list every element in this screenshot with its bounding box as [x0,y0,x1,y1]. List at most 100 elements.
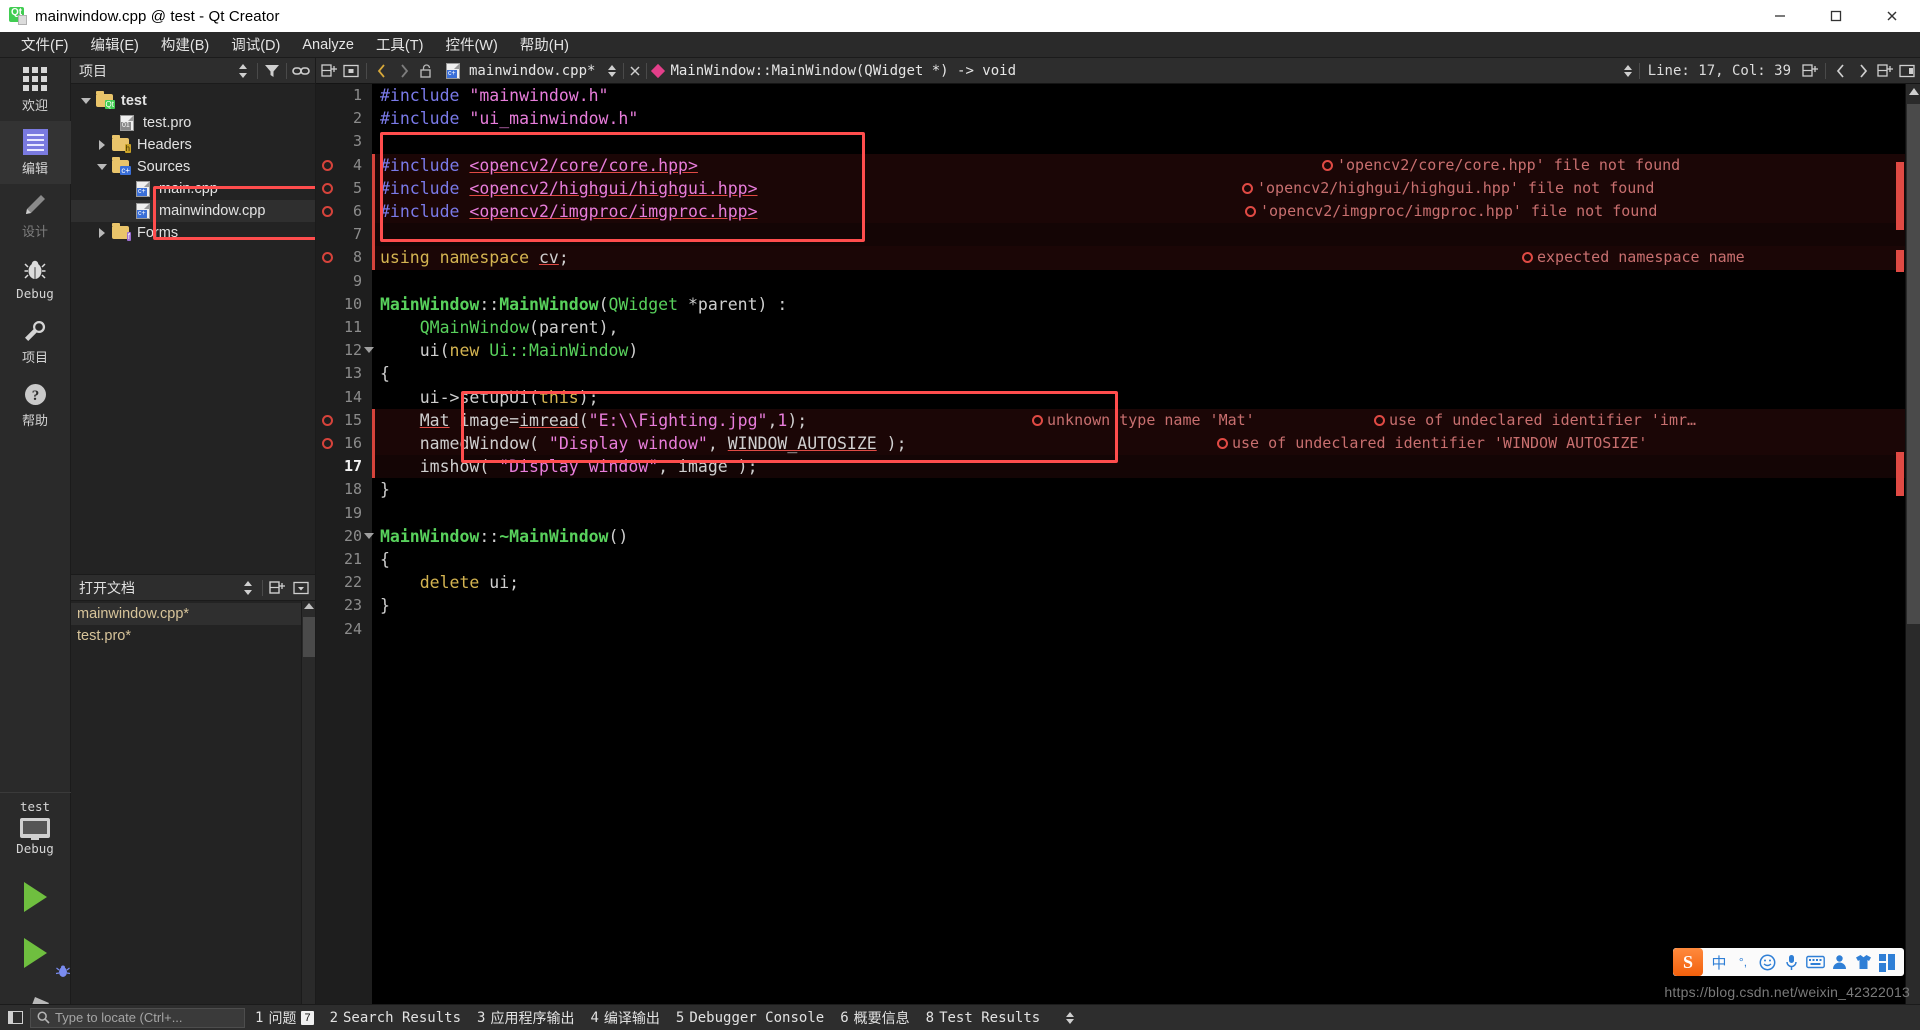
gutter-row[interactable]: 4 [316,154,372,177]
menu-debug[interactable]: 调试(D) [220,32,291,57]
code-line[interactable]: ui->setupUi(this); [372,386,1920,409]
editor-menu-icon[interactable] [340,59,362,83]
line-column-indicator[interactable]: Line: 17, Col: 39 [1640,63,1799,79]
code-line[interactable]: #include <opencv2/imgproc/imgproc.hpp> 'o… [372,200,1920,224]
close-document-icon[interactable] [624,59,646,83]
code-line[interactable]: MainWindow::~MainWindow() [372,525,1920,548]
tree-item-mainwindow-cpp[interactable]: c+ mainwindow.cpp [71,200,315,222]
gutter-row[interactable]: 9 [316,270,372,293]
open-document-item[interactable]: test.pro* [71,625,315,647]
gutter-row[interactable]: 1 [316,84,372,107]
menu-build[interactable]: 构建(B) [150,32,220,57]
inline-diagnostic[interactable]: expected namespace name [1522,246,1745,269]
inline-diagnostic[interactable]: 'opencv2/core/core.hpp' file not found [1322,154,1680,177]
gutter-row[interactable]: 3 [316,130,372,153]
gutter-row[interactable]: 10 [316,293,372,316]
code-line[interactable]: #include <opencv2/highgui/highgui.hpp> 'o… [372,176,1920,200]
open-documents-scrollbar[interactable] [301,601,315,1030]
pane-button-general-messages[interactable]: 6 概要信息 [840,1008,909,1028]
split-icon[interactable] [1799,59,1821,83]
code-line[interactable]: using namespace cv; expected namespace na… [372,246,1920,270]
pane-stepper-icon[interactable] [1066,1011,1075,1024]
code-line[interactable]: #include "ui_mainwindow.h" [372,107,1920,130]
code-line[interactable] [372,130,1920,153]
inline-diagnostic[interactable]: use of undeclared identifier 'WINDOW AUT… [1217,432,1647,455]
gutter-row[interactable]: 20 [316,525,374,548]
scrollbar-thumb[interactable] [303,617,315,657]
gutter-row[interactable]: 19 [316,502,372,525]
code-line[interactable]: ui(new Ui::MainWindow) [372,339,1920,362]
split-new-icon[interactable] [318,59,340,83]
gutter-row[interactable]: 12 [316,339,374,362]
code-line[interactable]: Mat image=imread("E:\\Fighting.jpg",1); u… [372,408,1920,432]
code-line[interactable]: #include <opencv2/core/core.hpp> 'opencv2… [372,153,1920,177]
sogou-logo-icon[interactable]: S [1673,948,1703,976]
sync-icon[interactable] [233,61,253,81]
locator-input[interactable]: Type to locate (Ctrl+... [30,1007,245,1028]
gutter-row[interactable]: 14 [316,386,372,409]
code-line[interactable] [372,502,1920,525]
gutter-row[interactable]: 22 [316,571,372,594]
scroll-up-icon[interactable] [1909,88,1919,95]
code-line[interactable]: imshow( "Display window", image ); [372,455,1920,479]
editor-gutter[interactable]: 1 2 3 4 5 6 7 8 9 10 11 12 13 14 15 16 17 18 19 20 21 22 23 24 [316,84,374,1030]
mode-design[interactable]: 设计 [0,184,71,247]
menu-file[interactable]: 文件(F) [10,32,80,57]
tree-item-forms[interactable]: f Forms [71,222,315,244]
menu-analyze[interactable]: Analyze [291,35,365,55]
open-documents-list[interactable]: mainwindow.cpp* test.pro* [71,601,315,1030]
microphone-icon[interactable] [1779,948,1803,976]
gutter-row[interactable]: 18 [316,478,372,501]
menu-icon[interactable] [291,578,311,598]
mode-projects[interactable]: 项目 [0,310,71,373]
tree-item-main-cpp[interactable]: c+ main.cpp [71,178,315,200]
menu-help[interactable]: 帮助(H) [509,32,580,57]
kit-selector[interactable]: test Debug [0,792,71,856]
inline-diagnostic[interactable]: 'opencv2/highgui/highgui.hpp' file not f… [1242,177,1654,200]
inline-diagnostic[interactable]: unknown type name 'Mat' [1032,409,1255,432]
gutter-row[interactable]: 6 [316,200,372,223]
mode-welcome[interactable]: 欢迎 [0,58,71,121]
code-line[interactable]: MainWindow::MainWindow(QWidget *parent) … [372,293,1920,316]
code-line[interactable]: #include "mainwindow.h" [372,84,1920,107]
code-line[interactable]: delete ui; [372,571,1920,594]
pane-button-app-output[interactable]: 3 应用程序输出 [477,1008,574,1028]
nav-forward-icon[interactable] [1852,59,1874,83]
toggle-sidebar-icon[interactable] [0,1005,30,1030]
split-icon[interactable] [267,578,287,598]
expander-right-icon[interactable] [93,228,111,238]
gutter-row[interactable]: 17 [316,455,372,478]
menu-window[interactable]: 控件(W) [434,32,508,57]
gutter-row[interactable]: 15 [316,409,372,432]
error-marker-tick[interactable] [1896,452,1904,496]
code-line[interactable] [372,223,1920,247]
code-line[interactable]: { [372,362,1920,385]
sync-icon[interactable] [238,578,258,598]
project-tree[interactable]: Qt test 01 test.pro h Headers c+ Sources… [71,84,315,574]
editor-scrollbar[interactable] [1905,84,1920,1030]
go-forward-icon[interactable] [393,59,415,83]
mode-debug[interactable]: Debug [0,247,71,310]
ime-punctuation-toggle[interactable]: °, [1731,948,1755,976]
inline-diagnostic[interactable]: 'opencv2/imgproc/imgproc.hpp' file not f… [1245,200,1657,223]
gutter-row[interactable]: 16 [316,432,372,455]
gutter-row[interactable]: 23 [316,594,372,617]
gutter-row[interactable]: 5 [316,177,372,200]
gutter-row[interactable]: 13 [316,362,372,385]
editor-file-selector[interactable]: c+ mainwindow.cpp* [437,62,601,79]
code-editor[interactable]: 1 2 3 4 5 6 7 8 9 10 11 12 13 14 15 16 17 18 19 20 21 22 23 24 … [316,84,1920,1030]
code-line[interactable]: namedWindow( "Display window", WINDOW_AU… [372,432,1920,456]
gutter-row[interactable]: 7 [316,223,372,246]
ime-mode-chinese[interactable]: 中 [1707,948,1731,976]
run-button[interactable] [23,882,47,912]
pane-button-compile-output[interactable]: 4 编译输出 [590,1008,659,1028]
pane-button-debugger-console[interactable]: 5 Debugger Console [676,1010,824,1026]
gutter-row[interactable]: 21 [316,548,372,571]
expander-right-icon[interactable] [93,140,111,150]
nav-back-icon[interactable] [1830,59,1852,83]
split-side-by-side-icon[interactable] [1874,59,1896,83]
pane-button-issues[interactable]: 1 问题 7 [255,1008,314,1028]
scroll-up-icon[interactable] [304,603,314,609]
shirt-icon[interactable] [1851,948,1875,976]
expander-down-icon[interactable] [93,164,111,170]
